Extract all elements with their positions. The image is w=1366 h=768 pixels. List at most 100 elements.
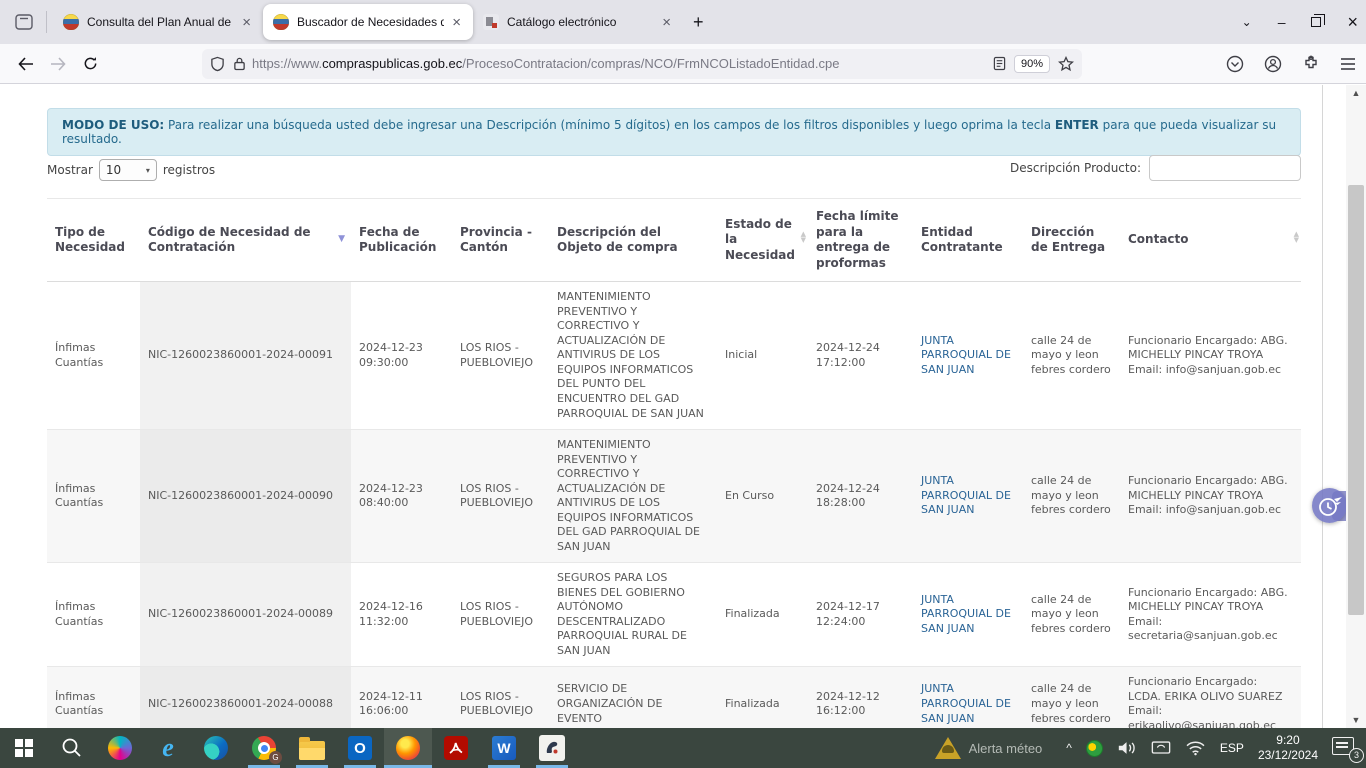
copilot-icon bbox=[108, 736, 132, 760]
tab-close-icon[interactable]: × bbox=[240, 14, 253, 31]
taskbar-internet-explorer-button[interactable]: e bbox=[144, 728, 192, 768]
connect-display-icon[interactable] bbox=[1151, 740, 1171, 756]
col-header-direccion[interactable]: Dirección de Entrega bbox=[1023, 199, 1120, 282]
volume-icon[interactable] bbox=[1117, 739, 1137, 757]
antivirus-tray-icon[interactable] bbox=[1086, 740, 1103, 757]
col-header-entidad[interactable]: Entidad Contratante bbox=[913, 199, 1023, 282]
browser-nav-toolbar: https://www.compraspublicas.gob.ec/Proce… bbox=[0, 44, 1366, 84]
reload-button[interactable] bbox=[74, 50, 106, 78]
taskbar-search-button[interactable] bbox=[48, 728, 96, 768]
notification-center-button[interactable]: 3 bbox=[1332, 737, 1358, 759]
taskbar-firefox-button[interactable] bbox=[384, 728, 432, 768]
tab-close-icon[interactable]: × bbox=[660, 14, 673, 31]
sort-icons: ▲▼ bbox=[1294, 231, 1299, 243]
cell-direccion: calle 24 de mayo y leon febres cordero bbox=[1023, 430, 1120, 563]
tab-consulta-plan-anual[interactable]: Consulta del Plan Anual de Con × bbox=[53, 4, 263, 40]
taskbar-chrome-button[interactable]: G bbox=[240, 728, 288, 768]
zoom-level-badge[interactable]: 90% bbox=[1014, 55, 1050, 73]
col-header-contacto[interactable]: Contacto▲▼ bbox=[1120, 199, 1301, 282]
back-button[interactable] bbox=[10, 50, 42, 78]
forward-button[interactable] bbox=[42, 50, 74, 78]
firefox-view-icon bbox=[15, 14, 33, 30]
cell-estado: En Curso bbox=[717, 430, 808, 563]
product-description-input[interactable] bbox=[1149, 155, 1301, 181]
col-header-provincia[interactable]: Provincia - Cantón bbox=[452, 199, 549, 282]
filter-label: Descripción Producto: bbox=[1010, 161, 1141, 175]
cell-fecha-publicacion: 2024-12-23 08:40:00 bbox=[351, 430, 452, 563]
start-button[interactable] bbox=[0, 728, 48, 768]
taskbar-java-app-button[interactable] bbox=[528, 728, 576, 768]
scrollbar-thumb[interactable] bbox=[1348, 185, 1364, 615]
col-header-estado[interactable]: Estado de la Necesidad▲▼ bbox=[717, 199, 808, 282]
col-header-fecha-limite[interactable]: Fecha límite para la entrega de proforma… bbox=[808, 199, 913, 282]
clock-wing-icon[interactable] bbox=[1312, 488, 1346, 523]
search-icon bbox=[61, 737, 83, 759]
entidad-contratante-link[interactable]: JUNTA PARROQUIAL DE SAN JUAN bbox=[921, 474, 1011, 516]
cell-fecha-publicacion: 2024-12-23 09:30:00 bbox=[351, 282, 452, 430]
taskbar-file-explorer-button[interactable] bbox=[288, 728, 336, 768]
cell-fecha-limite: 2024-12-24 17:12:00 bbox=[808, 282, 913, 430]
cell-estado: Finalizada bbox=[717, 667, 808, 728]
tray-expand-icon[interactable]: ^ bbox=[1066, 741, 1072, 755]
list-all-tabs-icon[interactable]: ⌄ bbox=[1242, 15, 1252, 29]
taskbar-word-button[interactable]: W bbox=[480, 728, 528, 768]
taskbar-acrobat-button[interactable] bbox=[432, 728, 480, 768]
clock-widget[interactable]: 9:20 23/12/2024 bbox=[1258, 733, 1318, 763]
new-tab-button[interactable]: + bbox=[683, 12, 714, 33]
page-content: MODO DE USO: Para realizar una búsqueda … bbox=[0, 85, 1346, 728]
catalog-favicon-icon bbox=[483, 14, 499, 30]
windows-taskbar: e G O W Alerta méteo ^ ESP 9:20 23/12/20… bbox=[0, 728, 1366, 768]
reader-mode-icon[interactable] bbox=[993, 56, 1006, 71]
page-scrollbar[interactable]: ▲ ▼ bbox=[1346, 85, 1366, 728]
window-restore-button[interactable] bbox=[1311, 17, 1321, 27]
pocket-icon[interactable] bbox=[1226, 55, 1244, 73]
window-close-button[interactable]: × bbox=[1347, 12, 1358, 33]
weather-alert-text: Alerta méteo bbox=[969, 741, 1043, 756]
col-header-codigo[interactable]: Código de Necesidad de Contratación▼ bbox=[140, 199, 351, 282]
bookmark-star-icon[interactable] bbox=[1058, 56, 1074, 72]
entidad-contratante-link[interactable]: JUNTA PARROQUIAL DE SAN JUAN bbox=[921, 334, 1011, 376]
weather-warning-icon bbox=[935, 737, 961, 759]
col-header-descripcion[interactable]: Descripción del Objeto de compra bbox=[549, 199, 717, 282]
window-minimize-button[interactable]: – bbox=[1278, 14, 1286, 30]
language-indicator[interactable]: ESP bbox=[1220, 741, 1244, 755]
taskbar-copilot-button[interactable] bbox=[96, 728, 144, 768]
scroll-up-icon[interactable]: ▲ bbox=[1346, 85, 1366, 101]
taskbar-outlook-button[interactable]: O bbox=[336, 728, 384, 768]
col-header-fecha-publicacion[interactable]: Fecha de Publicación bbox=[351, 199, 452, 282]
forward-arrow-icon bbox=[50, 57, 66, 71]
floating-clock-widget[interactable] bbox=[1312, 488, 1346, 524]
account-icon[interactable] bbox=[1264, 55, 1282, 73]
tab-buscador-necesidades[interactable]: Buscador de Necesidades de Co × bbox=[263, 4, 473, 40]
acrobat-icon bbox=[444, 736, 468, 760]
java-app-icon bbox=[539, 735, 565, 761]
menu-hamburger-icon[interactable] bbox=[1340, 57, 1356, 71]
extensions-icon[interactable] bbox=[1302, 55, 1320, 73]
table-row: Ínfimas CuantíasNIC-1260023860001-2024-0… bbox=[47, 563, 1301, 667]
cell-descripcion: MANTENIMIENTO PREVENTIVO Y CORRECTIVO Y … bbox=[549, 282, 717, 430]
firefox-view-button[interactable] bbox=[8, 6, 40, 38]
weather-alert-widget[interactable]: Alerta méteo bbox=[935, 737, 1043, 759]
entidad-contratante-link[interactable]: JUNTA PARROQUIAL DE SAN JUAN bbox=[921, 593, 1011, 635]
cell-provincia-canton: LOS RIOS - PUEBLOVIEJO bbox=[452, 563, 549, 667]
table-row: Ínfimas CuantíasNIC-1260023860001-2024-0… bbox=[47, 430, 1301, 563]
header-row: Tipo de Necesidad Código de Necesidad de… bbox=[47, 199, 1301, 282]
select-caret-icon: ▾ bbox=[146, 166, 150, 175]
cell-contacto: Funcionario Encargado: LCDA. ERIKA OLIVO… bbox=[1120, 667, 1301, 728]
cell-codigo: NIC-1260023860001-2024-00089 bbox=[140, 563, 351, 667]
contact-email: Email: erikaolivo@sanjuan.gob.ec bbox=[1128, 704, 1293, 728]
scroll-down-icon[interactable]: ▼ bbox=[1346, 712, 1366, 728]
records-per-page-select[interactable]: 10 ▾ bbox=[99, 159, 157, 181]
tray-time: 9:20 bbox=[1258, 733, 1318, 748]
cell-entidad: JUNTA PARROQUIAL DE SAN JUAN bbox=[913, 282, 1023, 430]
wifi-icon[interactable] bbox=[1185, 740, 1206, 756]
taskbar-edge-button[interactable] bbox=[192, 728, 240, 768]
cell-estado: Inicial bbox=[717, 282, 808, 430]
tab-close-icon[interactable]: × bbox=[450, 14, 463, 31]
col-header-tipo[interactable]: Tipo de Necesidad bbox=[47, 199, 140, 282]
url-bar[interactable]: https://www.compraspublicas.gob.ec/Proce… bbox=[202, 49, 1082, 79]
cell-codigo: NIC-1260023860001-2024-00091 bbox=[140, 282, 351, 430]
entidad-contratante-link[interactable]: JUNTA PARROQUIAL DE SAN JUAN bbox=[921, 682, 1011, 724]
cell-entidad: JUNTA PARROQUIAL DE SAN JUAN bbox=[913, 430, 1023, 563]
tab-catalogo-electronico[interactable]: Catálogo electrónico × bbox=[473, 4, 683, 40]
